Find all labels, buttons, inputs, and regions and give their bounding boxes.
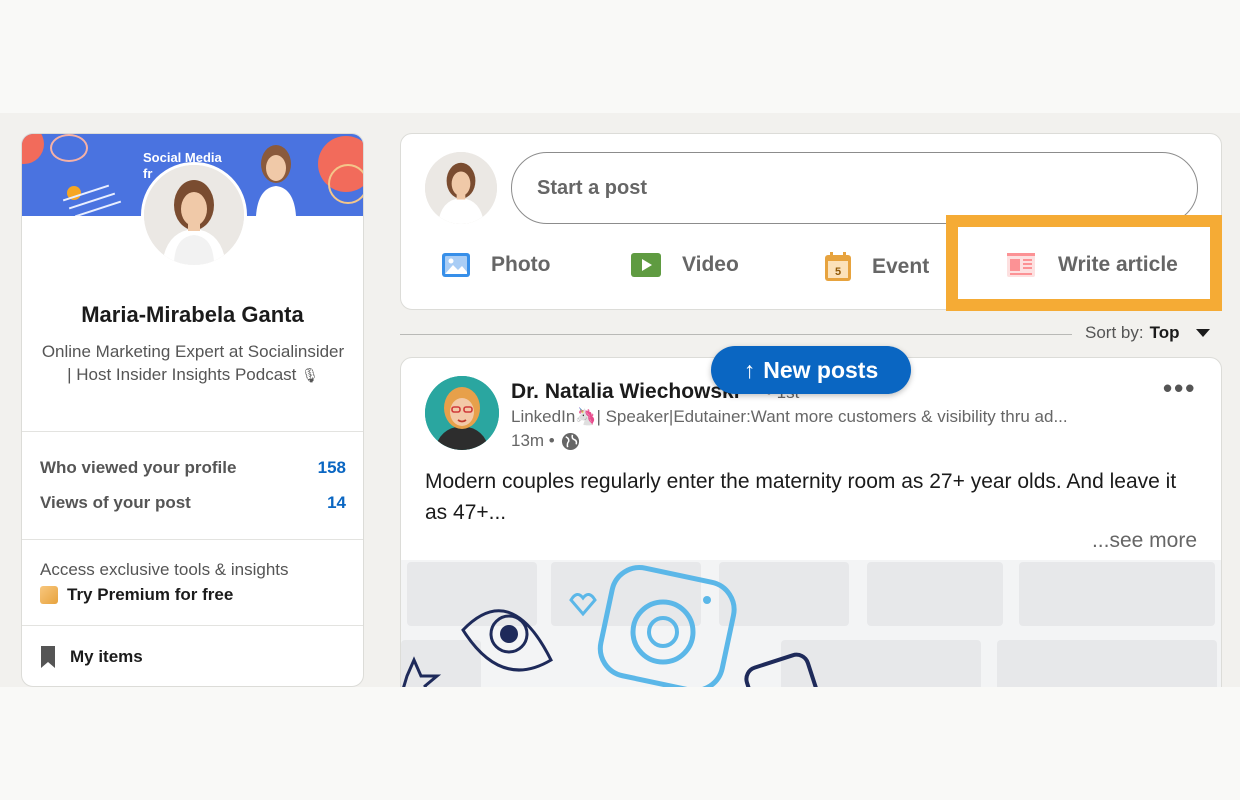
profile-headline-text: Online Marketing Expert at Socialinsider… [41,342,345,384]
video-button[interactable]: Video [630,252,739,278]
event-icon: 5 [825,252,851,281]
profile-avatar[interactable] [141,162,247,268]
premium-link-label: Try Premium for free [67,585,234,604]
premium-icon [40,586,58,604]
try-premium-link[interactable]: Try Premium for free [40,585,233,605]
see-more-link[interactable]: ...see more [1092,529,1197,553]
stat-label: Views of your post [40,493,191,512]
post-menu-button[interactable]: ••• [1163,373,1196,404]
new-posts-button[interactable]: ↑ New posts [711,346,911,394]
event-button[interactable]: 5 Event [824,252,929,282]
premium-prompt: Access exclusive tools & insights [40,560,289,579]
post-image-illustration [401,560,1221,687]
banner-decoration [50,134,88,162]
post-text: Modern couples regularly enter the mater… [425,470,1177,524]
video-icon [631,253,661,277]
banner-person-image [246,138,306,216]
post-author-name[interactable]: Dr. Natalia Wiechowski [511,380,740,404]
stat-value: 158 [317,458,346,477]
avatar-photo [425,376,499,450]
microphone-icon: 🎙 [301,367,319,383]
divider [22,539,363,540]
stat-label: Who viewed your profile [40,458,237,477]
post-image[interactable] [401,560,1221,687]
new-posts-label: New posts [763,356,879,383]
write-article-button[interactable]: Write article [1006,252,1178,278]
post-author-avatar[interactable] [425,376,499,450]
globe-icon [561,432,579,450]
sort-value: Top [1149,323,1180,342]
sort-label: Sort by: [1085,323,1144,342]
my-items-label: My items [70,647,143,666]
post-composer: Start a post Photo Video 5 Event Write a… [400,133,1222,310]
profile-name[interactable]: Maria-Mirabela Ganta [22,302,363,328]
feed-post: Dr. Natalia Wiechowski • 1st LinkedIn🦄| … [400,357,1222,687]
avatar-photo [425,152,497,224]
stat-value: 14 [327,493,346,512]
my-items-link[interactable]: My items [40,646,143,668]
divider [22,431,363,432]
divider [22,625,363,626]
avatar-photo [144,165,244,265]
stat-post-views[interactable]: Views of your post 14 [40,493,346,513]
photo-button[interactable]: Photo [441,252,550,278]
post-author-headline: LinkedIn🦄| Speaker|Edutainer:Want more c… [511,407,1068,426]
photo-icon [442,253,470,277]
composer-avatar[interactable] [425,152,497,224]
event-day: 5 [835,266,841,278]
profile-card: Social Media fr Maria-Mirabela Ganta Onl… [21,133,364,687]
video-label: Video [682,253,739,276]
article-icon [1007,253,1035,277]
banner-decoration [328,164,363,204]
write-article-label: Write article [1058,253,1178,276]
post-time-text: 13m • [511,431,555,450]
linkedin-feed-screenshot: Social Media fr Maria-Mirabela Ganta Onl… [0,113,1240,687]
post-timestamp: 13m • [511,431,580,451]
photo-label: Photo [491,253,551,276]
event-label: Event [872,255,930,278]
sort-dropdown[interactable]: Sort by: Top [1085,323,1210,343]
profile-headline: Online Marketing Expert at Socialinsider… [40,340,346,387]
stat-profile-views[interactable]: Who viewed your profile 158 [40,458,346,478]
arrow-up-icon: ↑ [743,356,756,383]
sort-divider [400,334,1072,335]
banner-decoration [22,134,44,164]
bookmark-icon [41,646,55,668]
caret-down-icon [1195,329,1210,337]
start-post-input[interactable]: Start a post [511,152,1198,224]
